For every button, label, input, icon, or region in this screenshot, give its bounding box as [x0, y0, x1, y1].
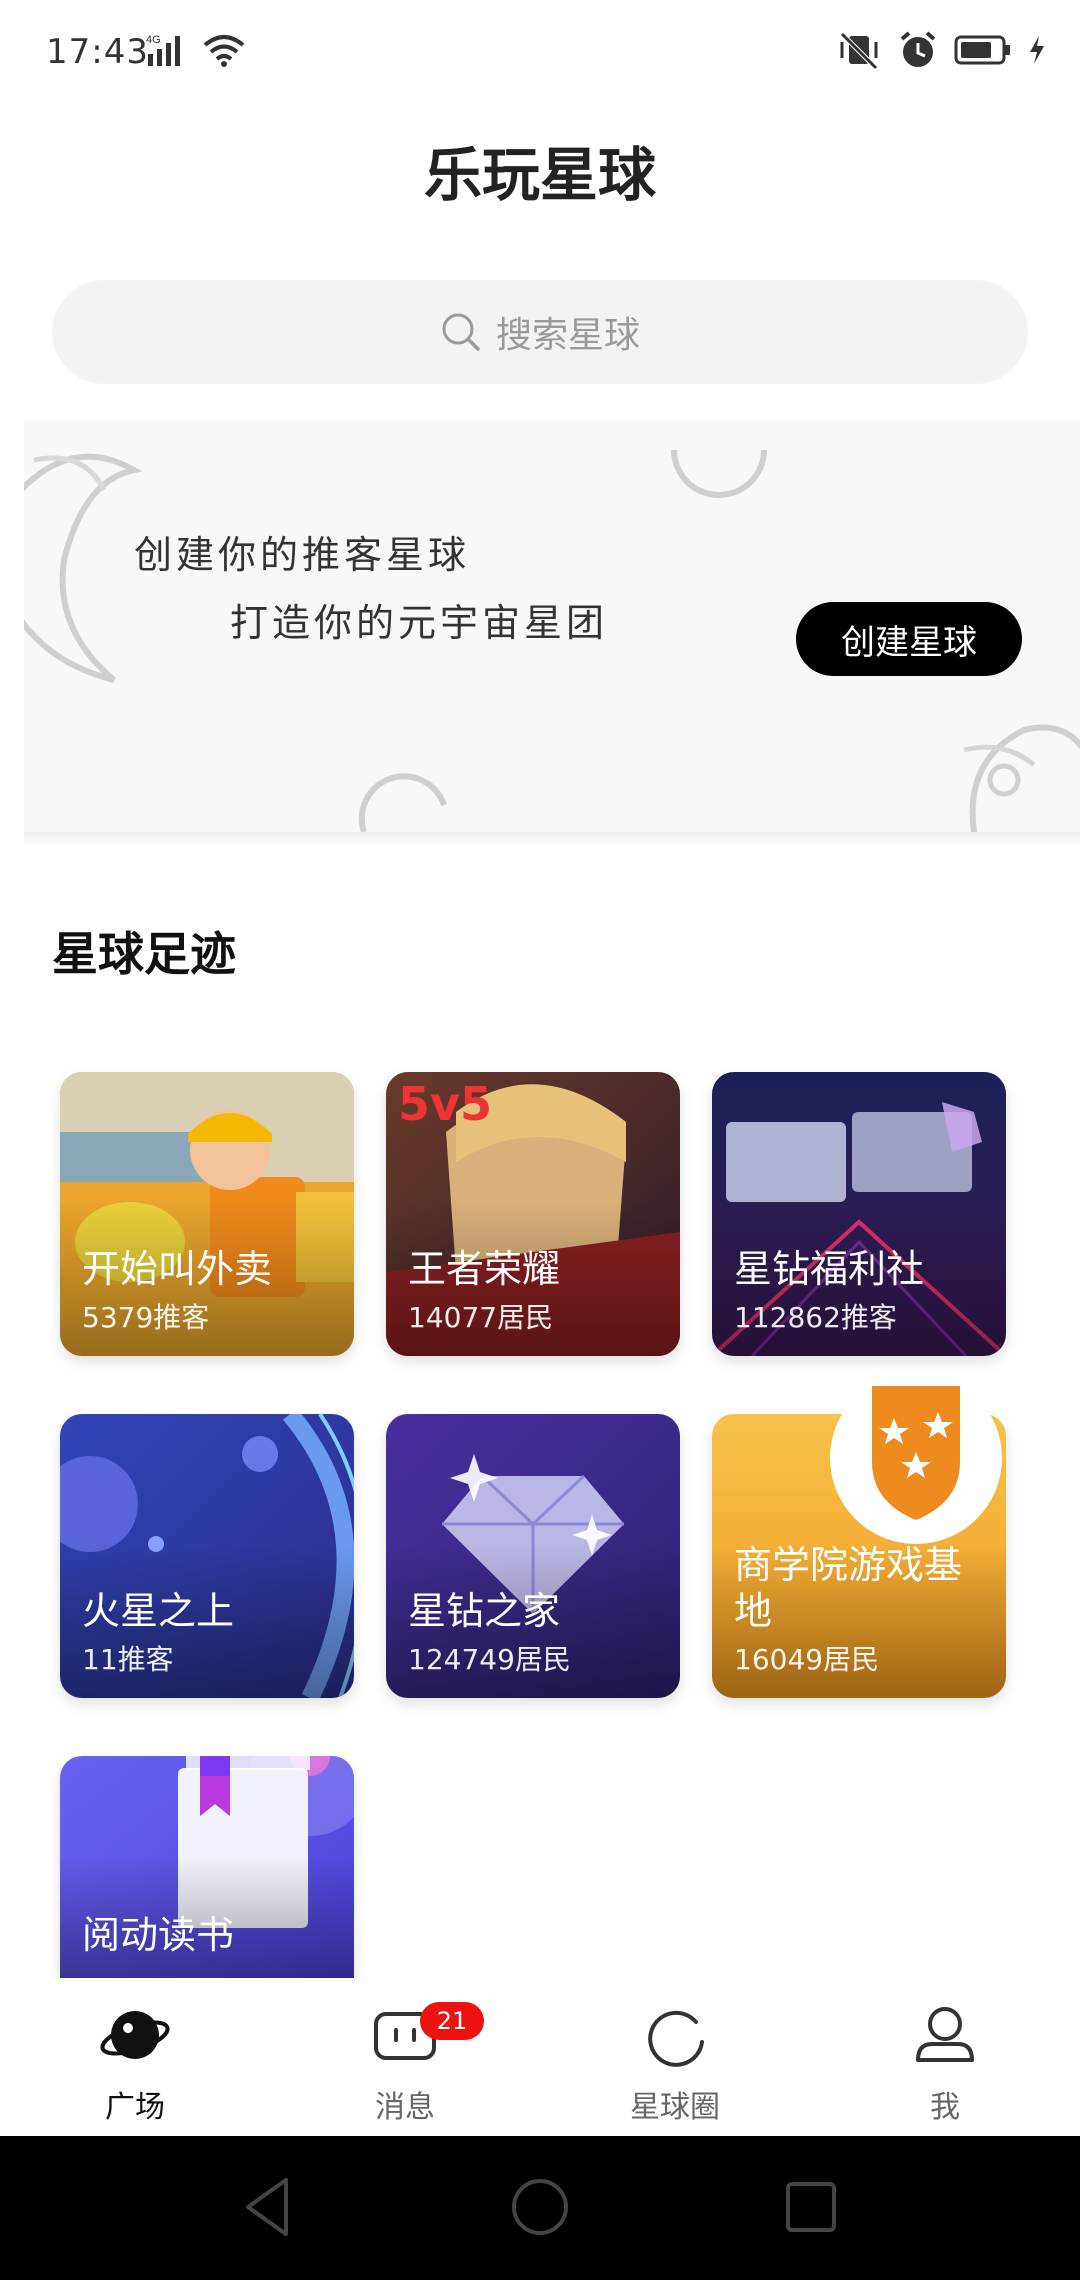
- tab-planet-circle[interactable]: 星球圈: [540, 1978, 810, 2136]
- back-icon[interactable]: [234, 2172, 304, 2242]
- planet-member-count: 112862推客: [734, 1301, 897, 1334]
- planet-name: 火星之上: [82, 1589, 235, 1633]
- planet-member-count: 5379推客: [82, 1301, 210, 1334]
- nav-label: 我: [930, 2090, 960, 2125]
- wifi-icon: [203, 35, 245, 67]
- tab-messages[interactable]: 消息: [270, 1978, 540, 2136]
- page-title: 乐玩星球: [423, 141, 656, 209]
- planet-name: 开始叫外卖: [82, 1247, 273, 1291]
- planet-member-count: 14077居民: [408, 1301, 554, 1334]
- search-icon: [442, 313, 480, 351]
- planet-name: 阅动读书: [82, 1913, 235, 1957]
- status-bar: 17:43 4G: [0, 0, 1080, 110]
- shield-stars-icon: [830, 1372, 1002, 1544]
- planet-name: 星钻之家: [408, 1589, 561, 1633]
- bottom-nav: 广场 消息 星球圈 我: [0, 1978, 1080, 2136]
- divider: [24, 832, 1080, 846]
- planet-member-count: 16049居民: [734, 1643, 880, 1676]
- tab-square[interactable]: 广场: [0, 1978, 270, 2136]
- nav-label: 广场: [105, 2090, 165, 2125]
- user-icon: [916, 2007, 974, 2062]
- planet-card[interactable]: 火星之上 11推客: [60, 1414, 354, 1698]
- planet-card[interactable]: 商学院游戏基地 16049居民: [712, 1372, 1006, 1698]
- search-bar[interactable]: 搜索星球: [52, 280, 1028, 384]
- banner-subline: 打造你的元宇宙星团: [230, 601, 609, 645]
- planet-card[interactable]: 阅动读书: [60, 1756, 354, 1978]
- svg-text:4G: 4G: [146, 34, 161, 46]
- planet-member-count: 11推客: [82, 1643, 174, 1676]
- signal-icon: 4G: [146, 34, 180, 66]
- battery-icon: [954, 35, 1010, 65]
- planet-name: 王者荣耀: [408, 1247, 561, 1291]
- charging-icon: [1030, 36, 1044, 64]
- create-planet-banner: 创建你的推客星球 打造你的元宇宙星团 创建星球: [24, 420, 1080, 832]
- planet-card[interactable]: 星钻福利社 112862推客: [712, 1072, 1006, 1356]
- planet-card[interactable]: 开始叫外卖 5379推客: [60, 1072, 354, 1356]
- home-icon[interactable]: [505, 2172, 575, 2242]
- planet-card[interactable]: 星钻之家 124749居民: [386, 1414, 680, 1698]
- status-time: 17:43: [46, 32, 149, 72]
- nav-label: 消息: [375, 2090, 435, 2125]
- planet-card[interactable]: 5v5 王者荣耀 14077居民: [386, 1072, 680, 1356]
- planet-name: 商学院游戏基地: [734, 1543, 963, 1633]
- planet-icon: [100, 2011, 170, 2059]
- create-planet-button[interactable]: 创建星球: [796, 602, 1022, 676]
- section-title: 星球足迹: [52, 927, 236, 981]
- circle-icon: [648, 2010, 704, 2067]
- vibrate-mute-icon: [840, 32, 878, 70]
- tab-me[interactable]: 我: [810, 1978, 1080, 2136]
- nav-label: 星球圈: [630, 2090, 720, 2125]
- unread-badge: 21: [420, 2002, 484, 2040]
- banner-headline: 创建你的推客星球: [134, 533, 471, 577]
- alarm-icon: [900, 31, 936, 67]
- search-placeholder: 搜索星球: [495, 315, 640, 356]
- planet-member-count: 124749居民: [408, 1643, 571, 1676]
- system-navigation-bar: [0, 2136, 1080, 2280]
- planet-name: 星钻福利社: [734, 1247, 925, 1291]
- recents-icon[interactable]: [776, 2172, 846, 2242]
